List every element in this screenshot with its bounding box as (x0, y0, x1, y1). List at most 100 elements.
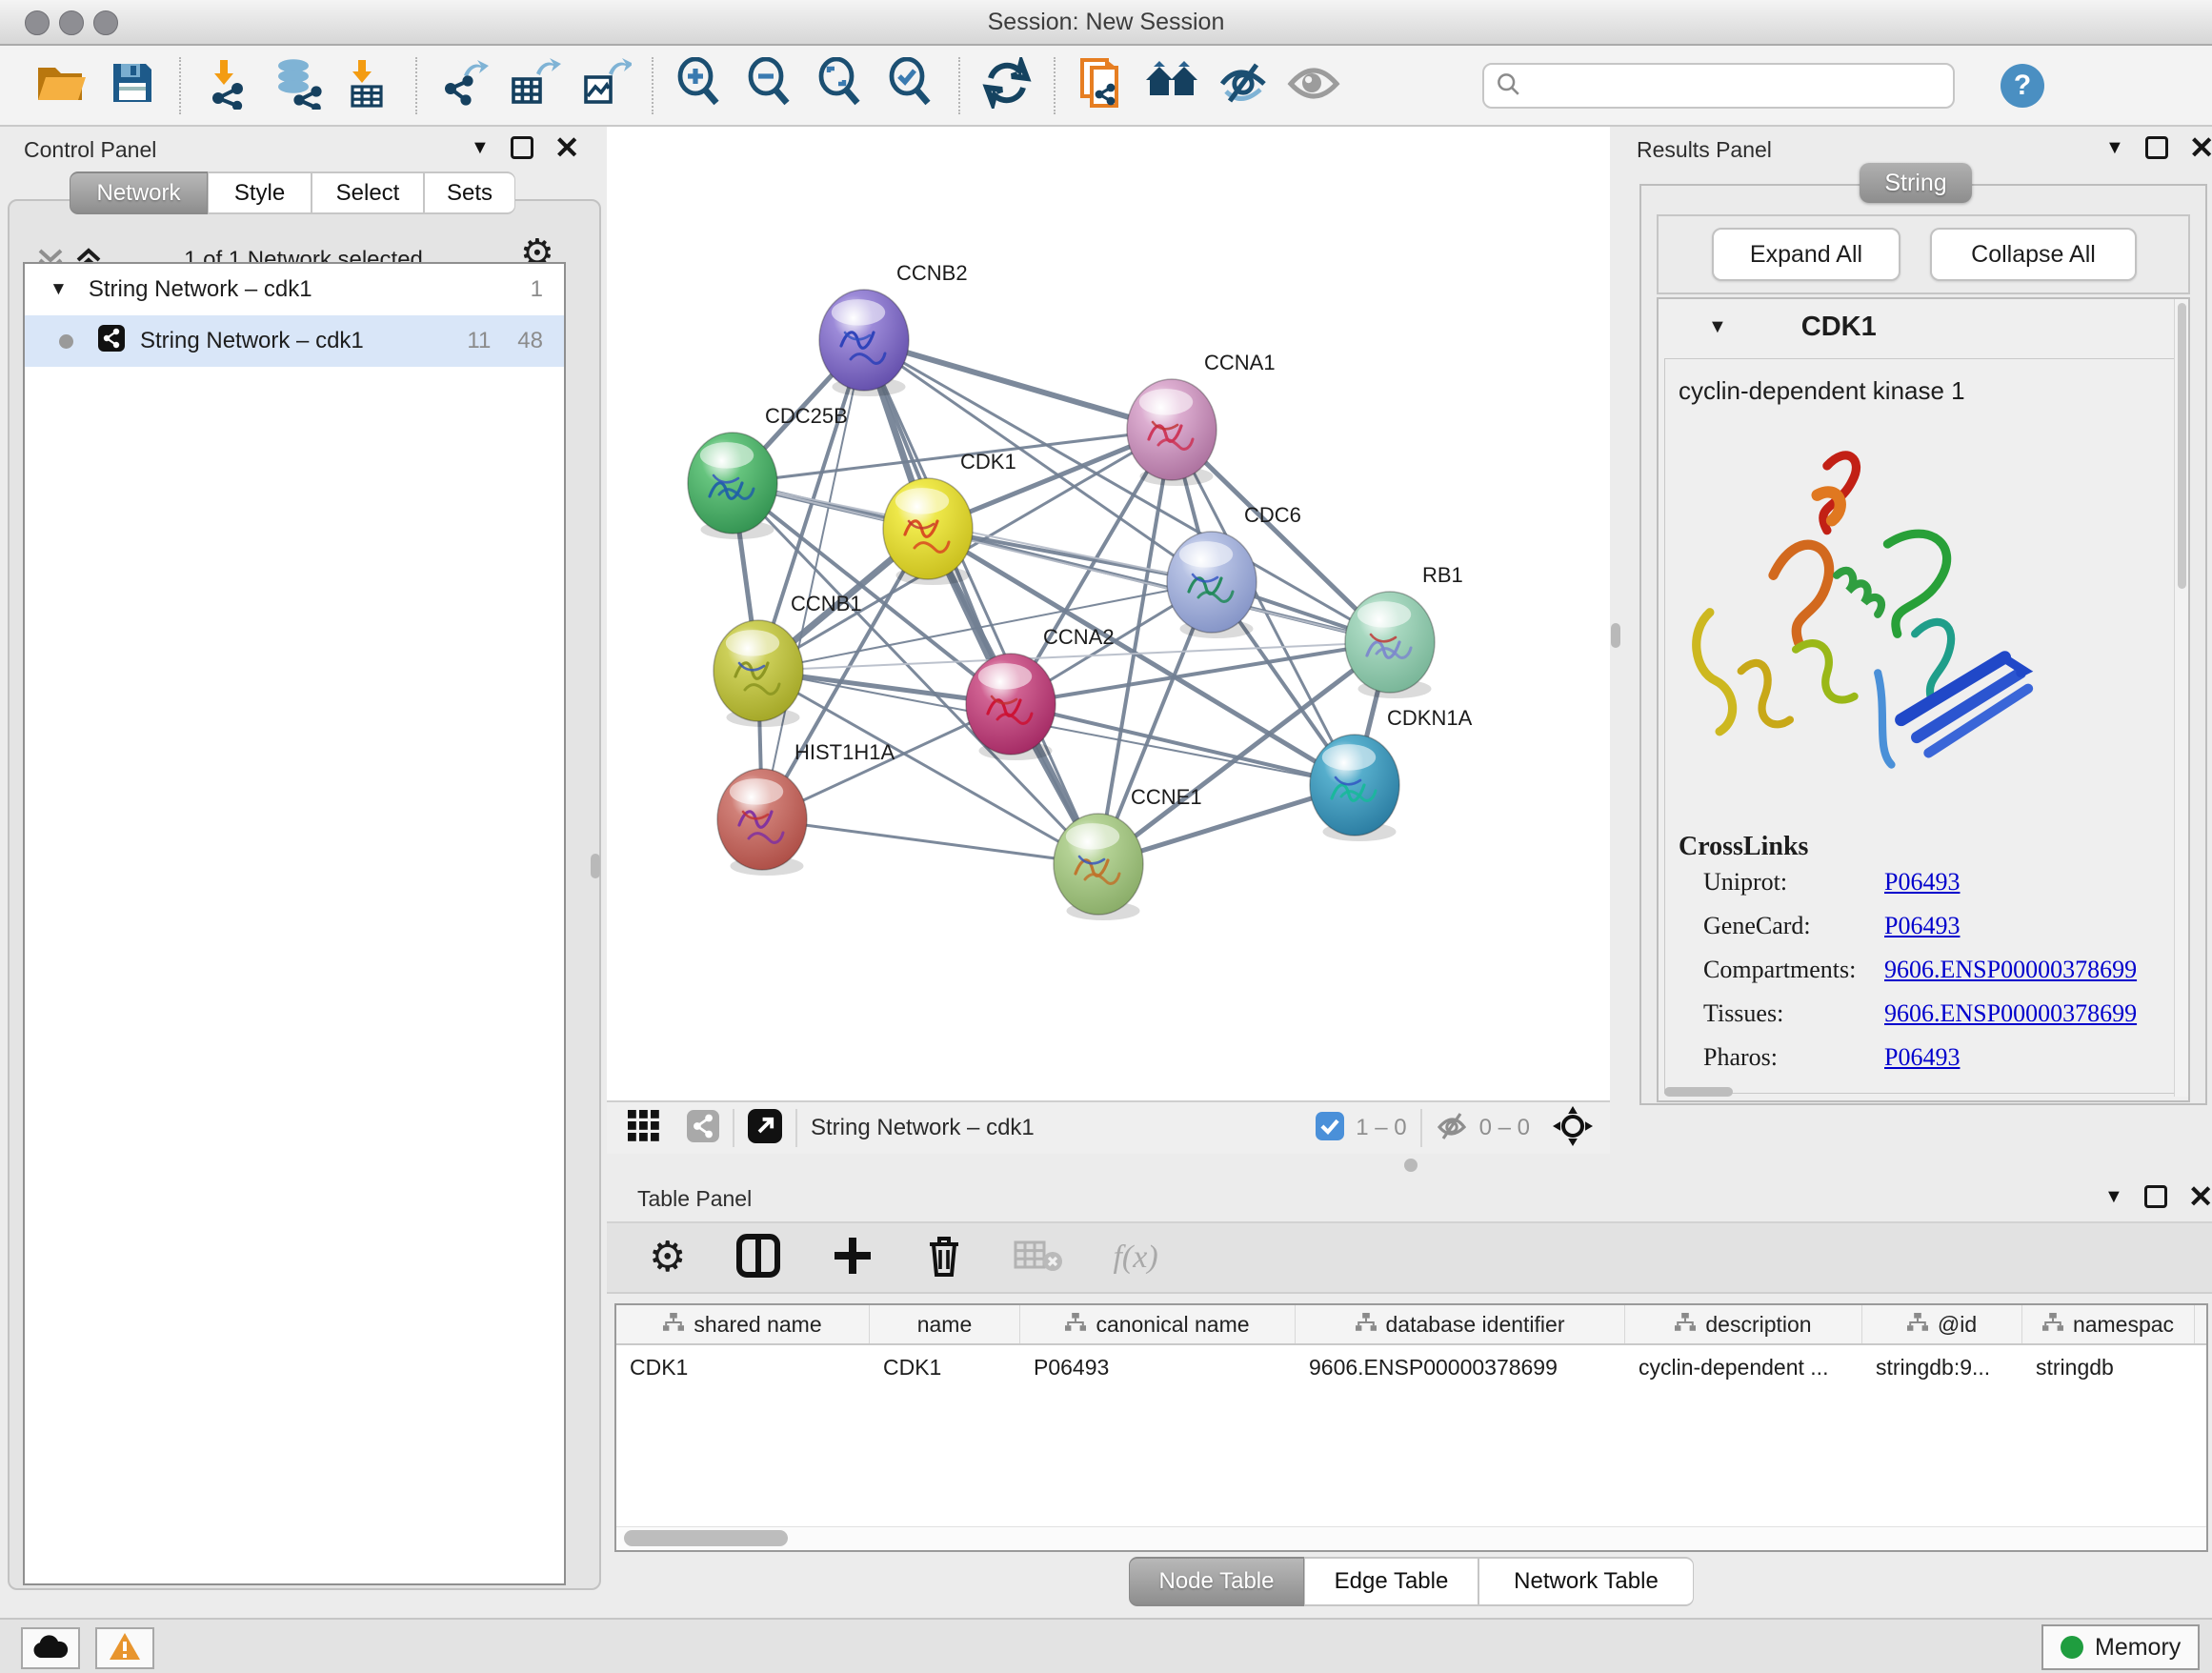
search-icon (1496, 71, 1522, 103)
hide-selected-button[interactable] (1208, 52, 1278, 119)
import-network-file-button[interactable] (192, 52, 263, 119)
collapse-panel-icon[interactable]: ▼ (2105, 137, 2124, 159)
float-panel-icon[interactable] (2144, 1185, 2167, 1208)
tab-network[interactable]: Network (70, 171, 208, 214)
save-session-button[interactable] (97, 52, 168, 119)
expand-all-button[interactable]: Expand All (1712, 228, 1900, 281)
hidden-eye-slash-icon[interactable] (1436, 1112, 1468, 1145)
column-header-6[interactable]: namespac (2022, 1305, 2195, 1343)
database-icon (271, 56, 326, 114)
column-hierarchy-icon (1907, 1312, 1928, 1338)
tab-string[interactable]: String (1860, 163, 1972, 203)
network-collection-label: String Network – cdk1 (89, 276, 312, 303)
close-panel-icon[interactable]: ✕ (2188, 1187, 2212, 1206)
copy-network-button[interactable] (1067, 52, 1137, 119)
tab-edge-table[interactable]: Edge Table (1304, 1557, 1478, 1606)
section-collapse-icon[interactable]: ▼ (1708, 316, 1727, 338)
table-horizontal-scrollbar[interactable] (616, 1526, 2206, 1550)
minimize-window-button[interactable] (59, 10, 84, 35)
collapse-all-button[interactable]: Collapse All (1930, 228, 2137, 281)
tree-collapse-icon[interactable]: ▼ (50, 279, 68, 300)
node-label-CDK1: CDK1 (960, 450, 1016, 474)
crosslink-link[interactable]: P06493 (1884, 912, 1960, 940)
close-panel-icon[interactable]: ✕ (554, 138, 580, 157)
column-header-4[interactable]: description (1625, 1305, 1862, 1343)
network-row-selected[interactable]: String Network – cdk1 11 48 (25, 315, 564, 367)
expand-collapse-box: Expand All Collapse All (1657, 214, 2190, 294)
open-session-button[interactable] (27, 52, 97, 119)
import-network-database-button[interactable] (263, 52, 333, 119)
import-table-button[interactable] (333, 52, 404, 119)
show-all-button[interactable] (1278, 52, 1349, 119)
refresh-view-button[interactable] (972, 52, 1042, 119)
zoom-selected-button[interactable] (876, 52, 947, 119)
home-networks-button[interactable] (1137, 52, 1208, 119)
tab-select[interactable]: Select (312, 171, 424, 214)
network-canvas[interactable]: CCNB2CCNA1CDC25BCDK1CDC6RB1CCNB1CCNA2CDK… (607, 127, 1610, 1152)
crosslink-link[interactable]: P06493 (1884, 1043, 1960, 1072)
selected-checkbox-icon[interactable] (1316, 1112, 1344, 1145)
column-header-3[interactable]: database identifier (1296, 1305, 1625, 1343)
float-panel-icon[interactable] (511, 136, 533, 159)
zoom-in-button[interactable] (665, 52, 735, 119)
function-builder-icon[interactable]: f(x) (1113, 1240, 1157, 1276)
column-header-1[interactable]: name (870, 1305, 1020, 1343)
delete-column-icon[interactable] (924, 1233, 964, 1283)
bottom-splitter-handle[interactable] (1404, 1159, 1418, 1172)
memory-button[interactable]: Memory (2041, 1624, 2200, 1670)
table-cell[interactable]: P06493 (1020, 1345, 1296, 1389)
table-tabs: Node Table Edge Table Network Table (1129, 1557, 1694, 1606)
protein-section-header[interactable]: ▼ CDK1 (1659, 299, 2188, 354)
help-button[interactable]: ? (2001, 64, 2044, 108)
show-columns-icon[interactable] (735, 1233, 781, 1283)
tab-network-table[interactable]: Network Table (1478, 1557, 1694, 1606)
export-image-button[interactable] (570, 52, 640, 119)
close-window-button[interactable] (25, 10, 50, 35)
collapse-panel-icon[interactable]: ▼ (2104, 1186, 2123, 1208)
delete-table-icon[interactable] (1014, 1239, 1063, 1278)
crosslink-link[interactable]: 9606.ENSP00000378699 (1884, 956, 2137, 984)
zoom-window-button[interactable] (93, 10, 118, 35)
crosslink-label: GeneCard: (1703, 912, 1884, 940)
fit-content-crosshair-icon[interactable] (1553, 1106, 1593, 1151)
tab-style[interactable]: Style (208, 171, 312, 214)
zoom-fit-button[interactable] (806, 52, 876, 119)
table-cell[interactable]: stringdb:9... (1862, 1345, 2022, 1389)
table-header-row: shared name namecanonical namedatabase id… (616, 1305, 2206, 1345)
table-options-gear-icon[interactable]: ⚙ (649, 1239, 686, 1277)
column-header-0[interactable]: shared name (616, 1305, 870, 1343)
export-table-button[interactable] (499, 52, 570, 119)
tab-node-table[interactable]: Node Table (1129, 1557, 1304, 1606)
eye-slash-icon (1217, 59, 1270, 111)
results-horizontal-scrollbar[interactable] (1664, 1087, 1733, 1097)
crosslink-link[interactable]: P06493 (1884, 868, 1960, 897)
close-panel-icon[interactable]: ✕ (2189, 138, 2212, 157)
share-network-icon[interactable] (687, 1110, 719, 1147)
table-cell[interactable]: 9606.ENSP00000378699 (1296, 1345, 1625, 1389)
eye-icon (1287, 59, 1340, 111)
table-cell[interactable]: stringdb (2022, 1345, 2195, 1389)
grid-view-icon[interactable] (628, 1110, 662, 1147)
warning-status-button[interactable] (95, 1627, 154, 1669)
cloud-status-button[interactable] (21, 1627, 80, 1669)
open-in-window-icon[interactable] (748, 1109, 782, 1148)
network-collection-row[interactable]: ▼ String Network – cdk1 1 (25, 264, 564, 315)
search-input[interactable] (1482, 63, 1955, 109)
network-graph[interactable]: CCNB2CCNA1CDC25BCDK1CDC6RB1CCNB1CCNA2CDK… (607, 127, 1610, 1100)
table-cell[interactable]: cyclin-dependent ... (1625, 1345, 1862, 1389)
zoom-out-button[interactable] (735, 52, 806, 119)
tab-sets[interactable]: Sets (424, 171, 515, 214)
column-header-2[interactable]: canonical name (1020, 1305, 1296, 1343)
column-label: shared name (694, 1312, 821, 1338)
column-header-5[interactable]: @id (1862, 1305, 2022, 1343)
float-panel-icon[interactable] (2145, 136, 2168, 159)
table-cell[interactable]: CDK1 (616, 1345, 870, 1389)
table-cell[interactable]: CDK1 (870, 1345, 1020, 1389)
export-network-button[interactable] (429, 52, 499, 119)
add-column-icon[interactable] (831, 1234, 875, 1282)
table-row[interactable]: CDK1CDK1P064939606.ENSP00000378699cyclin… (616, 1345, 2206, 1389)
crosslink-link[interactable]: 9606.ENSP00000378699 (1884, 999, 2137, 1028)
left-splitter-handle[interactable] (591, 854, 600, 878)
collapse-panel-icon[interactable]: ▼ (471, 137, 490, 159)
results-vertical-scrollbar[interactable] (2174, 299, 2188, 1097)
